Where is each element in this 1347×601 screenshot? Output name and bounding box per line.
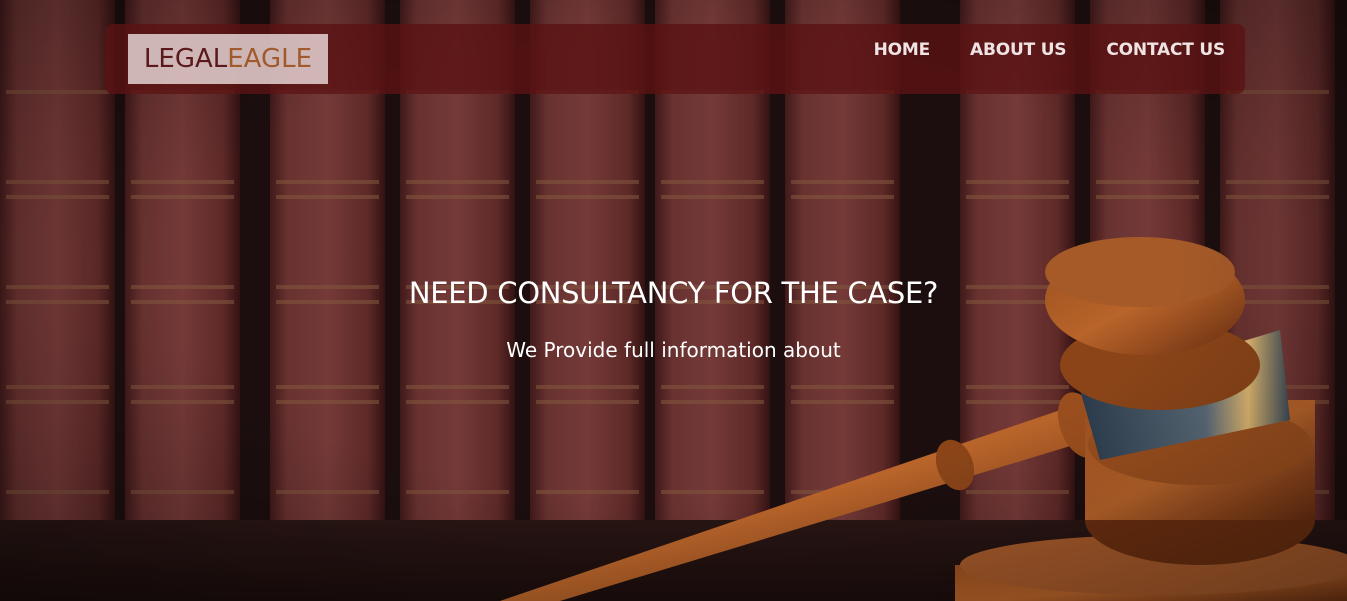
brand-part2: EAGLE xyxy=(227,44,313,74)
brand-part1: LEGAL xyxy=(143,44,228,74)
hero-section: LEGAL EAGLE HOME ABOUT US CONTACT US NEED… xyxy=(0,0,1347,601)
brand-logo[interactable]: LEGAL EAGLE xyxy=(128,34,328,84)
hero-subtext: We Provide full information about xyxy=(506,338,841,362)
nav-contact-link[interactable]: CONTACT US xyxy=(1106,40,1225,60)
nav-about-link[interactable]: ABOUT US xyxy=(970,40,1067,60)
navbar: LEGAL EAGLE HOME ABOUT US CONTACT US xyxy=(105,24,1245,94)
hero-headline: NEED CONSULTANCY FOR THE CASE? xyxy=(408,276,939,310)
nav-menu: HOME ABOUT US CONTACT US xyxy=(874,24,1226,76)
nav-home-link[interactable]: HOME xyxy=(874,40,931,60)
